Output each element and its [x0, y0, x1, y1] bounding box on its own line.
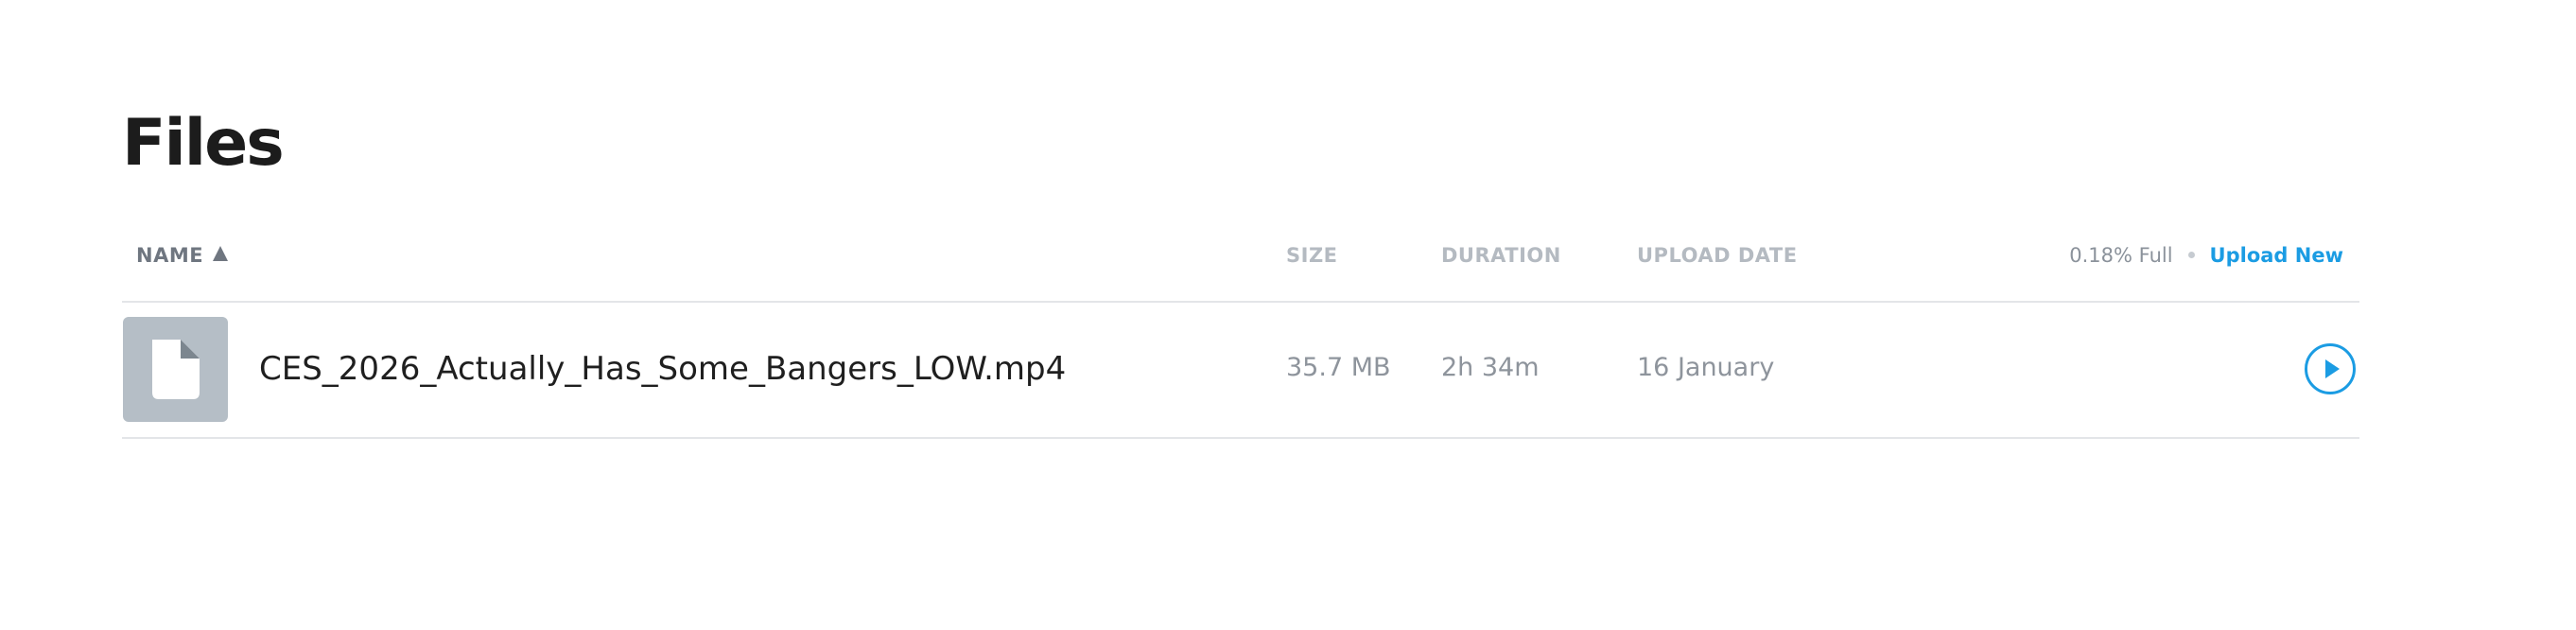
header-actions: 0.18% Full Upload New — [2069, 244, 2343, 267]
file-size: 35.7 MB — [1286, 353, 1391, 382]
upload-new-link[interactable]: Upload New — [2210, 244, 2343, 267]
file-name[interactable]: CES_2026_Actually_Has_Some_Bangers_LOW.m… — [259, 350, 1066, 388]
column-header-upload-date[interactable]: UPLOAD DATE — [1637, 244, 1798, 267]
column-header-duration[interactable]: DURATION — [1441, 244, 1561, 267]
file-icon — [152, 340, 200, 399]
file-duration: 2h 34m — [1441, 353, 1540, 382]
table-row[interactable]: CES_2026_Actually_Has_Some_Bangers_LOW.m… — [122, 303, 2359, 439]
column-header-size[interactable]: SIZE — [1286, 244, 1338, 267]
sort-ascending-icon — [213, 246, 229, 261]
column-header-name-label: NAME — [136, 244, 204, 267]
table-header: NAME SIZE DURATION UPLOAD DATE 0.18% Ful… — [122, 244, 2359, 303]
storage-usage: 0.18% Full — [2069, 244, 2173, 267]
column-header-name[interactable]: NAME — [136, 244, 229, 267]
play-button[interactable] — [2304, 342, 2357, 395]
separator-dot — [2187, 252, 2195, 258]
play-icon — [2305, 343, 2356, 394]
file-thumbnail — [123, 317, 228, 422]
page-title: Files — [122, 106, 285, 181]
file-upload-date: 16 January — [1637, 353, 1775, 382]
